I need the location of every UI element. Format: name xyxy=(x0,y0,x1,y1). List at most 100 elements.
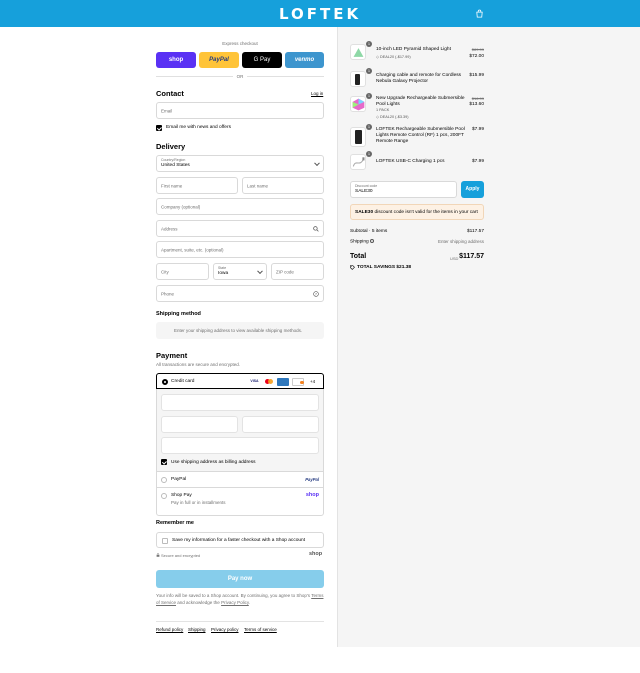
company-placeholder: Company (optional) xyxy=(161,204,201,209)
credit-card-option[interactable]: Credit card VISA +4 xyxy=(156,373,324,389)
total-savings-value: $21.38 xyxy=(396,265,412,270)
order-summary-panel xyxy=(338,27,640,647)
delivery-heading: Delivery xyxy=(156,142,186,151)
subtotal-value: $117.57 xyxy=(467,229,484,234)
discount-error-text: SALE30 discount code isn't valid for the… xyxy=(355,210,478,215)
product-thumbnail xyxy=(350,154,366,170)
zip-field[interactable]: ZIP code xyxy=(271,263,324,280)
quantity-badge: 1 xyxy=(366,41,372,47)
paypal-option[interactable]: PayPal PayPal xyxy=(157,471,323,487)
privacy-policy-link[interactable]: Privacy Policy xyxy=(221,600,249,605)
first-name-field[interactable]: First name xyxy=(156,177,238,194)
product-thumbnail xyxy=(350,71,366,87)
venmo-button[interactable]: venmo xyxy=(285,52,324,68)
quantity-badge: 1 xyxy=(366,151,372,157)
product-thumbnail xyxy=(350,96,366,112)
shipping-method-heading: Shipping method xyxy=(156,311,201,317)
total-value: $117.57 xyxy=(459,253,484,260)
item-price: $15.99 xyxy=(469,73,484,78)
disclaimer-ack-text: and acknowledge the xyxy=(177,599,220,605)
chevron-down-icon xyxy=(257,267,263,274)
search-icon xyxy=(313,226,319,232)
log-in-link[interactable]: Log in xyxy=(311,91,323,96)
apartment-placeholder: Apartment, suite, etc. (optional) xyxy=(161,247,224,252)
country-label: Country/Region xyxy=(161,158,186,162)
discover-icon xyxy=(292,377,304,386)
country-value: United States xyxy=(161,163,190,168)
apply-button[interactable]: Apply xyxy=(461,181,484,198)
item-original-price: $89.99 xyxy=(471,47,484,52)
shop-pay-label: Shop Pay xyxy=(171,493,192,498)
visa-icon: VISA xyxy=(250,379,259,383)
footer-refund-policy-link[interactable]: Refund policy xyxy=(156,627,183,632)
item-name: LOFTEK USB-C Charging 1 pcs xyxy=(376,159,445,164)
item-variant: 1 PACK xyxy=(376,108,390,112)
item-price: $13.60 xyxy=(469,102,484,107)
shipping-method-placeholder-box: Enter your shipping address to view avai… xyxy=(156,322,324,339)
pay-now-button[interactable]: Pay now xyxy=(156,570,324,588)
quantity-badge: 1 xyxy=(366,93,372,99)
pyramid-light-image xyxy=(353,48,364,57)
footer-shipping-link[interactable]: Shipping xyxy=(188,627,206,632)
pool-light-image xyxy=(352,98,365,111)
save-info-label: Save my information for a faster checkou… xyxy=(172,538,306,543)
news-label: Email me with news and offers xyxy=(166,125,231,130)
paypal-button[interactable]: PayPal xyxy=(199,52,239,68)
address-field[interactable]: Address xyxy=(156,220,324,237)
phone-field[interactable]: Phone ? xyxy=(156,285,324,302)
remember-me-heading: Remember me xyxy=(156,520,194,526)
site-header: LOFTEK xyxy=(0,0,640,27)
state-select[interactable]: State Iowa xyxy=(213,263,267,280)
billing-address-checkbox[interactable] xyxy=(161,459,167,465)
total-savings: TOTAL SAVINGS $21.38 xyxy=(357,265,411,270)
discount-error-message: discount code isn't valid for the items … xyxy=(374,210,478,215)
last-name-field[interactable]: Last name xyxy=(242,177,324,194)
item-name: Charging cable and remote for Cordless N… xyxy=(376,73,462,84)
help-icon[interactable]: ? xyxy=(313,291,319,297)
discount-error-code: SALE30 xyxy=(355,210,374,215)
or-divider-left xyxy=(156,76,233,77)
save-info-checkbox[interactable] xyxy=(162,537,168,544)
item-name: LOFTEK Rechargeable Submersible Pool Lig… xyxy=(376,127,465,144)
card-name-field[interactable] xyxy=(161,437,319,454)
card-expiration-field[interactable] xyxy=(161,416,238,433)
card-security-code-field[interactable] xyxy=(242,416,319,433)
news-checkbox[interactable] xyxy=(156,125,162,131)
google-pay-button[interactable]: G Pay xyxy=(242,52,282,68)
shopping-bag-icon[interactable] xyxy=(475,9,484,18)
billing-address-label: Use shipping address as billing address xyxy=(171,459,256,465)
country-select[interactable]: Country/Region United States xyxy=(156,155,324,172)
shop-pay-button[interactable]: shop xyxy=(156,52,196,68)
total-savings-label: TOTAL SAVINGS xyxy=(357,265,396,270)
state-value: Iowa xyxy=(218,271,229,276)
footer-terms-link[interactable]: Terms of service xyxy=(244,627,277,632)
discount-code-label: Discount code xyxy=(355,184,378,188)
city-field[interactable]: City xyxy=(156,263,209,280)
loftek-logo[interactable]: LOFTEK xyxy=(0,5,640,23)
total-label: Total xyxy=(350,253,367,260)
item-discount-tag: ◇ DEAL20 (-$17.99) xyxy=(376,54,411,59)
apartment-field[interactable]: Apartment, suite, etc. (optional) xyxy=(156,241,324,258)
footer-privacy-policy-link[interactable]: Privacy policy xyxy=(211,627,239,632)
tag-icon xyxy=(350,265,355,270)
shop-logo: shop xyxy=(309,551,323,557)
item-price: $7.99 xyxy=(471,127,484,132)
email-field[interactable]: Email xyxy=(156,102,324,119)
usb-cable-image xyxy=(352,157,365,167)
save-info-option[interactable]: Save my information for a faster checkou… xyxy=(156,532,324,548)
shipping-label-text: Shipping xyxy=(350,239,369,245)
item-original-price: $16.99 xyxy=(471,96,484,101)
phone-placeholder: Phone xyxy=(161,291,175,296)
product-thumbnail xyxy=(350,127,366,147)
company-field[interactable]: Company (optional) xyxy=(156,198,324,215)
rf-remote-image xyxy=(355,130,362,144)
help-icon[interactable] xyxy=(370,239,375,243)
discount-code-field[interactable]: Discount code SALE30 xyxy=(350,181,457,198)
item-name: New Upgrade Rechargeable Submersible Poo… xyxy=(376,96,465,107)
quantity-badge: 1 xyxy=(366,68,372,74)
item-name: 10-inch LED Pyramid Shaped Light xyxy=(376,47,451,52)
card-number-field[interactable] xyxy=(161,394,319,411)
shop-pay-option[interactable]: Shop Pay Pay in full or in installments … xyxy=(157,487,323,515)
email-placeholder: Email xyxy=(161,108,173,113)
radio-icon xyxy=(161,493,167,499)
